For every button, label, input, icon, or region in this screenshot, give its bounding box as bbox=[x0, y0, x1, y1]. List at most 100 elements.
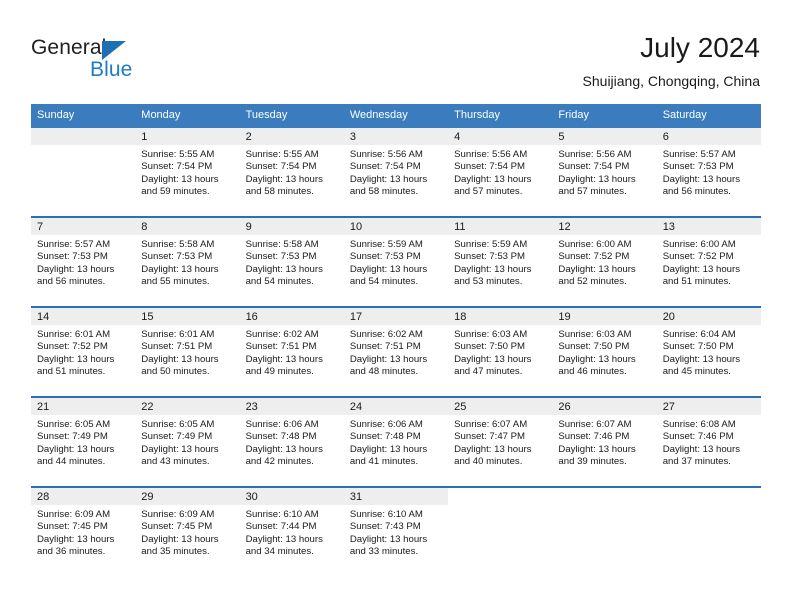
sunrise-text: Sunrise: 6:08 AM bbox=[662, 419, 736, 430]
day-cell-inner bbox=[656, 488, 761, 576]
daylight-text-line2: and 55 minutes. bbox=[141, 276, 210, 288]
sunrise-text: Sunrise: 6:01 AM bbox=[37, 329, 111, 340]
sunrise-text: Sunrise: 5:59 AM bbox=[349, 239, 423, 250]
day-cell-inner[interactable]: 29 Sunrise: 6:09 AM Sunset: 7:45 PM Dayligh… bbox=[135, 488, 240, 576]
sunrise-text: Sunrise: 6:07 AM bbox=[558, 419, 632, 430]
sunset-text: Sunset: 7:51 PM bbox=[349, 341, 421, 353]
day-cell-inner[interactable]: 8 Sunrise: 5:58 AM Sunset: 7:53 PM Daylight… bbox=[135, 218, 240, 306]
daylight-text-line1: Daylight: 13 hours bbox=[662, 353, 741, 365]
daylight-text-line1: Daylight: 13 hours bbox=[558, 173, 636, 185]
day-sun-info: Sunrise: 6:04 AM Sunset: 7:50 PM Daylight:… bbox=[657, 325, 761, 379]
day-cell-inner[interactable]: 25 Sunrise: 6:07 AM Sunset: 7:47 PM Dayligh… bbox=[448, 398, 553, 486]
sunset-text: Sunset: 7:53 PM bbox=[141, 251, 213, 263]
day-cell-inner[interactable]: 26 Sunrise: 6:07 AM Sunset: 7:46 PM Dayligh… bbox=[552, 398, 657, 486]
day-number bbox=[448, 488, 553, 505]
calendar-day-cell: 20 Sunrise: 6:04 AM Sunset: 7:50 PM Dayligh… bbox=[656, 306, 761, 397]
daylight-text-line2: and 40 minutes. bbox=[454, 456, 523, 468]
day-sun-info: Sunrise: 6:01 AM Sunset: 7:51 PM Daylight:… bbox=[135, 325, 239, 379]
day-cell-inner[interactable]: 23 Sunrise: 6:06 AM Sunset: 7:48 PM Dayligh… bbox=[239, 398, 344, 486]
sunrise-text: Sunrise: 6:04 AM bbox=[662, 329, 736, 340]
day-cell-inner[interactable]: 19 Sunrise: 6:03 AM Sunset: 7:50 PM Dayligh… bbox=[552, 308, 657, 396]
day-sun-info: Sunrise: 5:56 AM Sunset: 7:54 PM Daylight:… bbox=[344, 145, 448, 199]
day-cell-inner[interactable]: 6 Sunrise: 5:57 AM Sunset: 7:53 PM Daylight… bbox=[656, 128, 761, 216]
day-cell-inner[interactable]: 20 Sunrise: 6:04 AM Sunset: 7:50 PM Dayligh… bbox=[656, 308, 761, 396]
day-number: 15 bbox=[135, 308, 240, 325]
day-number: 6 bbox=[656, 128, 761, 145]
day-cell-inner[interactable]: 16 Sunrise: 6:02 AM Sunset: 7:51 PM Dayligh… bbox=[239, 308, 344, 396]
day-cell-inner[interactable]: 17 Sunrise: 6:02 AM Sunset: 7:51 PM Dayligh… bbox=[343, 308, 449, 396]
day-cell-inner[interactable]: 3 Sunrise: 5:56 AM Sunset: 7:54 PM Daylight… bbox=[343, 128, 449, 216]
daylight-text-line1: Daylight: 13 hours bbox=[141, 443, 219, 455]
calendar-day-cell: 8 Sunrise: 5:58 AM Sunset: 7:53 PM Daylight… bbox=[135, 216, 240, 307]
day-cell-inner[interactable]: 10 Sunrise: 5:59 AM Sunset: 7:53 PM Dayligh… bbox=[343, 218, 449, 306]
day-cell-inner[interactable]: 1 Sunrise: 5:55 AM Sunset: 7:54 PM Daylight… bbox=[135, 128, 240, 216]
day-number bbox=[31, 128, 136, 145]
daylight-text-line2: and 43 minutes. bbox=[141, 456, 210, 468]
day-cell-inner[interactable]: 28 Sunrise: 6:09 AM Sunset: 7:45 PM Dayligh… bbox=[31, 488, 136, 576]
calendar-day-cell: 9 Sunrise: 5:58 AM Sunset: 7:53 PM Daylight… bbox=[239, 216, 344, 307]
daylight-text-line1: Daylight: 13 hours bbox=[245, 353, 323, 365]
daylight-text-line1: Daylight: 13 hours bbox=[349, 263, 428, 275]
weekday-header-wednesday: Wednesday bbox=[343, 104, 449, 128]
day-number: 12 bbox=[552, 218, 657, 235]
sunset-text: Sunset: 7:54 PM bbox=[245, 161, 317, 173]
sunset-text: Sunset: 7:47 PM bbox=[454, 431, 526, 443]
sunset-text: Sunset: 7:54 PM bbox=[558, 161, 630, 173]
sunset-text: Sunset: 7:53 PM bbox=[454, 251, 526, 263]
day-number: 23 bbox=[239, 398, 344, 415]
sunrise-text: Sunrise: 5:56 AM bbox=[454, 149, 528, 160]
daylight-text-line2: and 39 minutes. bbox=[558, 456, 627, 468]
day-sun-info: Sunrise: 5:57 AM Sunset: 7:53 PM Daylight:… bbox=[657, 145, 761, 199]
day-cell-inner[interactable]: 30 Sunrise: 6:10 AM Sunset: 7:44 PM Dayligh… bbox=[239, 488, 344, 576]
day-cell-inner[interactable]: 18 Sunrise: 6:03 AM Sunset: 7:50 PM Dayligh… bbox=[448, 308, 553, 396]
daylight-text-line1: Daylight: 13 hours bbox=[662, 173, 741, 185]
sunrise-text: Sunrise: 6:00 AM bbox=[558, 239, 632, 250]
day-number: 29 bbox=[135, 488, 240, 505]
calendar-day-cell: 30 Sunrise: 6:10 AM Sunset: 7:44 PM Dayligh… bbox=[239, 486, 344, 576]
day-sun-info bbox=[552, 505, 656, 509]
day-cell-inner[interactable]: 21 Sunrise: 6:05 AM Sunset: 7:49 PM Dayligh… bbox=[31, 398, 136, 486]
logo-text-blue: Blue bbox=[90, 58, 133, 81]
day-cell-inner[interactable]: 31 Sunrise: 6:10 AM Sunset: 7:43 PM Dayligh… bbox=[343, 488, 449, 576]
daylight-text-line2: and 45 minutes. bbox=[662, 366, 731, 378]
day-number: 7 bbox=[31, 218, 136, 235]
calendar-day-cell: 15 Sunrise: 6:01 AM Sunset: 7:51 PM Dayligh… bbox=[135, 306, 240, 397]
day-cell-inner[interactable]: 12 Sunrise: 6:00 AM Sunset: 7:52 PM Dayligh… bbox=[552, 218, 657, 306]
day-sun-info: Sunrise: 6:02 AM Sunset: 7:51 PM Daylight:… bbox=[240, 325, 344, 379]
daylight-text-line1: Daylight: 13 hours bbox=[662, 263, 741, 275]
day-cell-inner bbox=[448, 488, 553, 576]
day-cell-inner[interactable]: 4 Sunrise: 5:56 AM Sunset: 7:54 PM Daylight… bbox=[448, 128, 553, 216]
day-cell-inner[interactable]: 22 Sunrise: 6:05 AM Sunset: 7:49 PM Dayligh… bbox=[135, 398, 240, 486]
day-cell-inner[interactable]: 13 Sunrise: 6:00 AM Sunset: 7:52 PM Dayligh… bbox=[656, 218, 761, 306]
daylight-text-line1: Daylight: 13 hours bbox=[349, 173, 428, 185]
logo-text-general: General bbox=[31, 36, 107, 59]
day-cell-inner[interactable]: 2 Sunrise: 5:55 AM Sunset: 7:54 PM Daylight… bbox=[239, 128, 344, 216]
calendar-day-cell: 1 Sunrise: 5:55 AM Sunset: 7:54 PM Daylight… bbox=[135, 128, 240, 217]
daylight-text-line2: and 58 minutes. bbox=[245, 186, 314, 198]
sunset-text: Sunset: 7:45 PM bbox=[37, 521, 108, 533]
general-blue-logo[interactable]: General Blue bbox=[31, 36, 231, 86]
calendar-body: 1 Sunrise: 5:55 AM Sunset: 7:54 PM Daylight… bbox=[31, 128, 761, 576]
day-cell-inner[interactable]: 27 Sunrise: 6:08 AM Sunset: 7:46 PM Dayligh… bbox=[656, 398, 761, 486]
day-cell-inner bbox=[552, 488, 657, 576]
sunrise-text: Sunrise: 6:06 AM bbox=[245, 419, 319, 430]
page-subtitle-location: Shuijiang, Chongqing, China bbox=[582, 73, 760, 89]
day-cell-inner[interactable]: 11 Sunrise: 5:59 AM Sunset: 7:53 PM Dayligh… bbox=[448, 218, 553, 306]
weekday-header-friday: Friday bbox=[552, 104, 657, 128]
daylight-text-line2: and 56 minutes. bbox=[37, 276, 106, 288]
sunset-text: Sunset: 7:53 PM bbox=[349, 251, 421, 263]
day-cell-inner[interactable]: 5 Sunrise: 5:56 AM Sunset: 7:54 PM Daylight… bbox=[552, 128, 657, 216]
day-cell-inner[interactable]: 7 Sunrise: 5:57 AM Sunset: 7:53 PM Daylight… bbox=[31, 218, 136, 306]
daylight-text-line2: and 46 minutes. bbox=[558, 366, 627, 378]
day-cell-inner[interactable]: 15 Sunrise: 6:01 AM Sunset: 7:51 PM Dayligh… bbox=[135, 308, 240, 396]
day-number: 19 bbox=[552, 308, 657, 325]
daylight-text-line1: Daylight: 13 hours bbox=[454, 353, 532, 365]
calendar-day-cell: 16 Sunrise: 6:02 AM Sunset: 7:51 PM Dayligh… bbox=[239, 306, 344, 397]
day-sun-info: Sunrise: 6:05 AM Sunset: 7:49 PM Daylight:… bbox=[31, 415, 135, 469]
day-sun-info: Sunrise: 6:02 AM Sunset: 7:51 PM Daylight:… bbox=[344, 325, 448, 379]
daylight-text-line1: Daylight: 13 hours bbox=[37, 263, 115, 275]
day-cell-inner[interactable]: 9 Sunrise: 5:58 AM Sunset: 7:53 PM Daylight… bbox=[239, 218, 344, 306]
day-cell-inner[interactable]: 24 Sunrise: 6:06 AM Sunset: 7:48 PM Dayligh… bbox=[343, 398, 449, 486]
day-cell-inner[interactable]: 14 Sunrise: 6:01 AM Sunset: 7:52 PM Dayligh… bbox=[31, 308, 136, 396]
sunset-text: Sunset: 7:49 PM bbox=[141, 431, 213, 443]
